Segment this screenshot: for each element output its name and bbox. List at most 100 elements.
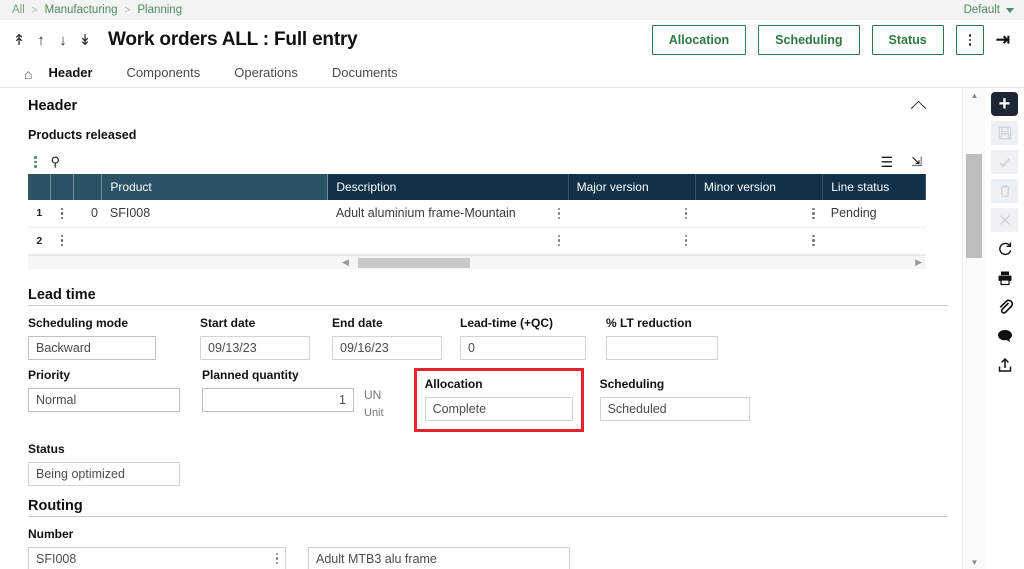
chevron-up-icon[interactable] [911, 100, 927, 116]
col-line-status[interactable]: Line status [823, 174, 926, 200]
cell-description[interactable]: Adult aluminium frame-Mountain [328, 200, 568, 227]
print-icon[interactable] [991, 266, 1018, 290]
expand-icon[interactable]: ⇲ [911, 154, 922, 170]
grid-horizontal-scrollbar[interactable]: ◀ ▶ [28, 255, 926, 269]
comment-icon[interactable] [991, 324, 1018, 348]
cancel-icon[interactable] [991, 208, 1018, 232]
field-start-date: Start date 09/13/23 [200, 316, 332, 360]
unit-caption: Unit [364, 407, 384, 419]
lead-time-qc-input[interactable]: 0 [460, 336, 586, 360]
cell-menu-icon[interactable] [558, 208, 561, 220]
page-vertical-scrollbar[interactable]: ▲ ▼ [962, 88, 985, 569]
default-view-selector[interactable]: Default [964, 4, 1014, 16]
status-label: Status [28, 442, 180, 458]
table-row[interactable]: 2 [28, 227, 926, 254]
routing-description-input[interactable]: Adult MTB3 alu frame [308, 547, 570, 569]
col-minor-version[interactable]: Minor version [695, 174, 822, 200]
col-description[interactable]: Description [328, 174, 568, 200]
check-icon[interactable] [991, 150, 1018, 174]
cell-product[interactable] [102, 227, 328, 254]
cell-description[interactable] [328, 227, 568, 254]
cell-minor-version[interactable] [695, 200, 822, 227]
scroll-left-icon[interactable]: ◀ [338, 257, 353, 268]
field-end-date: End date 09/16/23 [332, 316, 460, 360]
priority-input[interactable]: Normal [28, 388, 180, 412]
col-product[interactable]: Product [102, 174, 328, 200]
col-major-version[interactable]: Major version [568, 174, 695, 200]
col-rownum [28, 174, 51, 200]
table-row[interactable]: 1 0 SFI008 Adult aluminium frame-Mountai… [28, 200, 926, 227]
breadcrumb-separator: > [32, 5, 38, 16]
end-date-input[interactable]: 09/16/23 [332, 336, 442, 360]
routing-number-menu-icon[interactable] [276, 553, 279, 565]
cell-menu-icon[interactable] [685, 235, 688, 247]
cell-menu-icon[interactable] [685, 208, 688, 220]
scheduling-mode-input[interactable]: Backward [28, 336, 156, 360]
cell-major-version[interactable] [568, 200, 695, 227]
tab-header[interactable]: Header [48, 65, 92, 82]
kebab-dot [969, 34, 972, 37]
allocation-input[interactable]: Complete [425, 397, 573, 421]
breadcrumb-item-planning[interactable]: Planning [137, 4, 182, 16]
previous-record-icon[interactable]: ↑ [32, 28, 50, 52]
cell-seq[interactable]: 0 [73, 200, 102, 227]
row-number: 1 [28, 200, 51, 227]
lead-time-row-2: Priority Normal Planned quantity 1 UN Un… [28, 368, 938, 432]
scroll-down-icon[interactable]: ▼ [963, 555, 986, 569]
delete-icon[interactable] [991, 179, 1018, 203]
lead-time-row-1: Scheduling mode Backward Start date 09/1… [28, 316, 938, 360]
allocation-button[interactable]: Allocation [652, 25, 746, 55]
save-icon[interactable] [991, 121, 1018, 145]
row-actions-icon[interactable] [51, 227, 74, 254]
attachment-icon[interactable] [991, 295, 1018, 319]
cell-line-status[interactable] [823, 227, 926, 254]
status-button[interactable]: Status [872, 25, 944, 55]
breadcrumb-item-all[interactable]: All [12, 4, 25, 16]
start-date-input[interactable]: 09/13/23 [200, 336, 310, 360]
routing-row: Number SFI008 Adult MTB3 alu frame [28, 527, 938, 569]
cell-menu-icon[interactable] [812, 235, 815, 247]
scroll-thumb-vertical[interactable] [966, 154, 982, 258]
lt-reduction-input[interactable] [606, 336, 718, 360]
kebab-dot [969, 39, 972, 42]
tab-operations[interactable]: Operations [234, 65, 298, 82]
more-actions-button[interactable] [956, 25, 984, 55]
tab-components[interactable]: Components [127, 65, 201, 82]
home-icon[interactable]: ⌂ [24, 66, 32, 82]
routing-number-input[interactable]: SFI008 [28, 547, 286, 569]
next-record-icon[interactable]: ↓ [54, 28, 72, 52]
exit-icon[interactable]: ⇥ [996, 30, 1010, 50]
search-icon[interactable]: ⚲ [51, 154, 61, 170]
last-record-icon[interactable]: ↡ [76, 28, 94, 52]
add-icon[interactable]: + [991, 92, 1018, 116]
row-actions-icon[interactable] [51, 200, 74, 227]
kebab-menu-icon[interactable] [34, 156, 37, 168]
first-record-icon[interactable]: ↟ [10, 28, 28, 52]
lead-time-divider [28, 305, 948, 306]
cell-seq[interactable] [73, 227, 102, 254]
products-released-label: Products released [28, 128, 938, 142]
scroll-up-icon[interactable]: ▲ [963, 88, 986, 102]
status-input[interactable]: Being optimized [28, 462, 180, 486]
tab-documents[interactable]: Documents [332, 65, 398, 82]
refresh-icon[interactable] [991, 237, 1018, 261]
scroll-thumb[interactable] [358, 258, 470, 268]
scroll-right-icon[interactable]: ▶ [911, 257, 926, 268]
cell-line-status[interactable]: Pending [823, 200, 926, 227]
table-header-row: Product Description Major version Minor … [28, 174, 926, 200]
cell-product[interactable]: SFI008 [102, 200, 328, 227]
record-navigation: ↟ ↑ ↓ ↡ [10, 28, 94, 52]
scheduling-input[interactable]: Scheduled [600, 397, 750, 421]
scheduling-button[interactable]: Scheduling [758, 25, 859, 55]
cell-major-version[interactable] [568, 227, 695, 254]
cell-menu-icon[interactable] [812, 208, 815, 220]
breadcrumb-item-manufacturing[interactable]: Manufacturing [45, 4, 118, 16]
cell-minor-version[interactable] [695, 227, 822, 254]
title-actions: Allocation Scheduling Status ⇥ [652, 25, 1014, 55]
layers-icon[interactable]: ☰ [881, 154, 894, 171]
cell-menu-icon[interactable] [558, 235, 561, 247]
share-icon[interactable] [991, 353, 1018, 377]
allocation-highlight: Allocation Complete [414, 368, 584, 432]
planned-quantity-input[interactable]: 1 [202, 388, 354, 412]
field-scheduling-mode: Scheduling mode Backward [28, 316, 200, 360]
